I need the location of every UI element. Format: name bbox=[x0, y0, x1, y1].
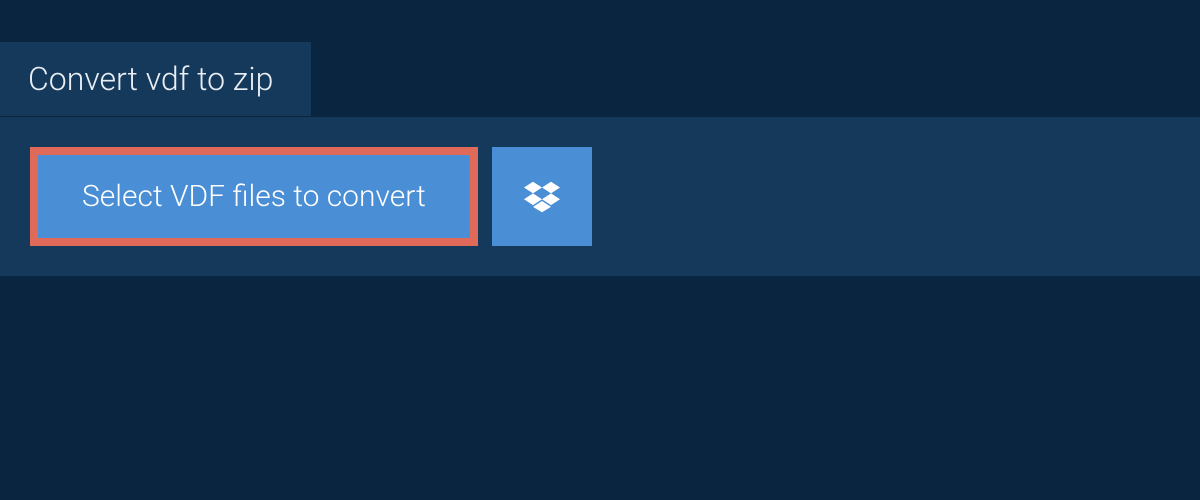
tab-convert[interactable]: Convert vdf to zip bbox=[0, 42, 311, 116]
converter-section: Convert vdf to zip Select VDF files to c… bbox=[0, 0, 1200, 276]
tab-title: Convert vdf to zip bbox=[28, 60, 273, 98]
select-files-label: Select VDF files to convert bbox=[82, 179, 426, 214]
select-files-button[interactable]: Select VDF files to convert bbox=[30, 147, 478, 246]
button-row: Select VDF files to convert bbox=[30, 147, 1170, 246]
converter-panel: Select VDF files to convert bbox=[0, 117, 1200, 276]
dropbox-icon bbox=[524, 181, 560, 213]
dropbox-button[interactable] bbox=[492, 147, 592, 246]
